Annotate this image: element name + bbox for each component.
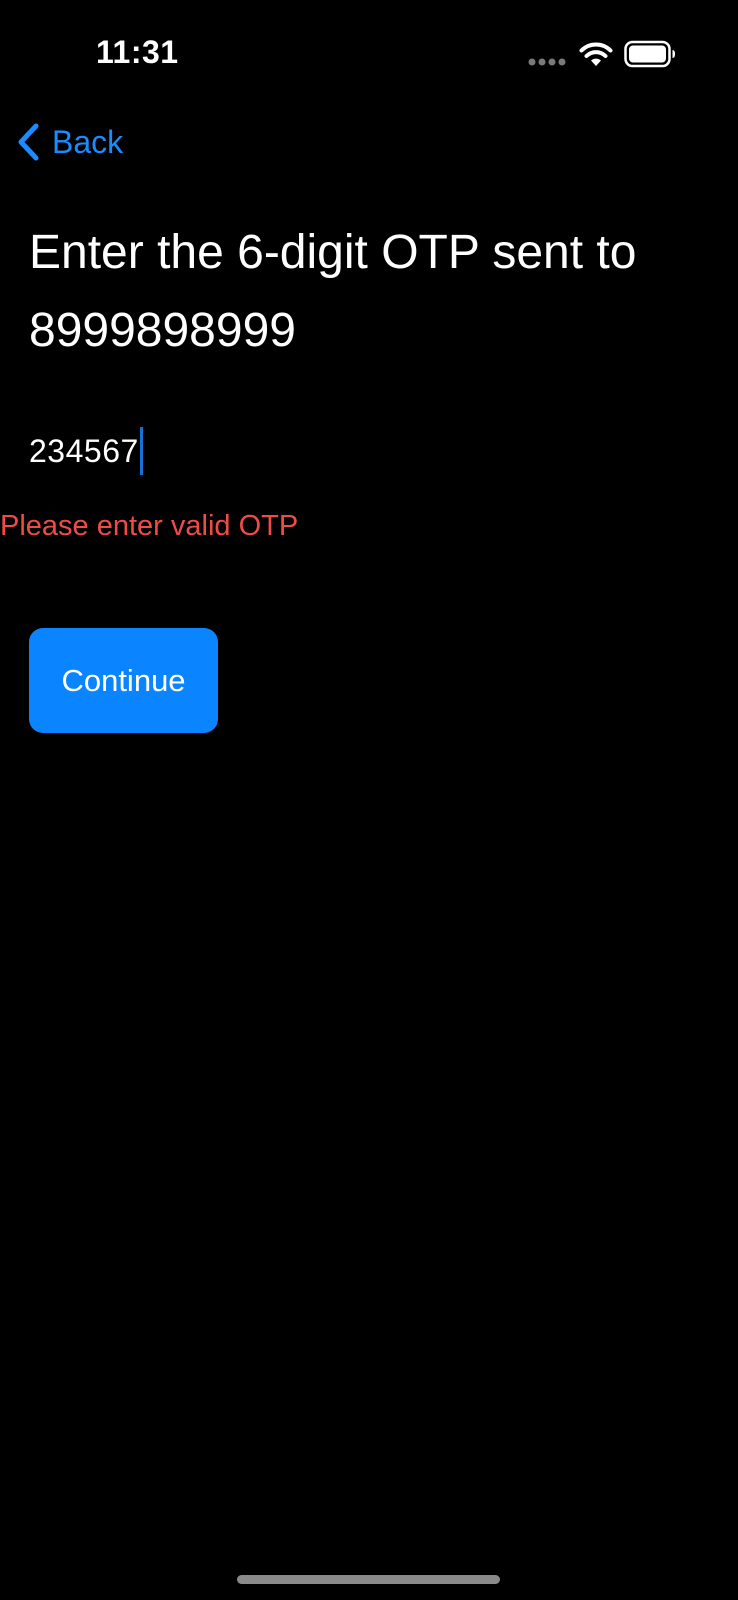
continue-button[interactable]: Continue bbox=[29, 628, 218, 733]
otp-input[interactable]: 234567 bbox=[29, 424, 689, 478]
chevron-left-icon bbox=[18, 123, 39, 161]
wifi-icon bbox=[579, 42, 613, 66]
text-cursor bbox=[139, 427, 143, 475]
battery-icon bbox=[624, 40, 675, 68]
otp-value: 234567 bbox=[29, 432, 139, 469]
error-message: Please enter valid OTP bbox=[0, 510, 299, 542]
back-button[interactable]: Back bbox=[14, 120, 123, 164]
page-title: Enter the 6-digit OTP sent to 8999898999 bbox=[29, 226, 637, 357]
status-time: 11:31 bbox=[96, 34, 179, 70]
home-indicator[interactable] bbox=[237, 1575, 500, 1584]
back-label: Back bbox=[52, 123, 124, 160]
status-bar: 11:31 bbox=[0, 0, 738, 110]
cellular-signal-icon bbox=[528, 58, 566, 66]
